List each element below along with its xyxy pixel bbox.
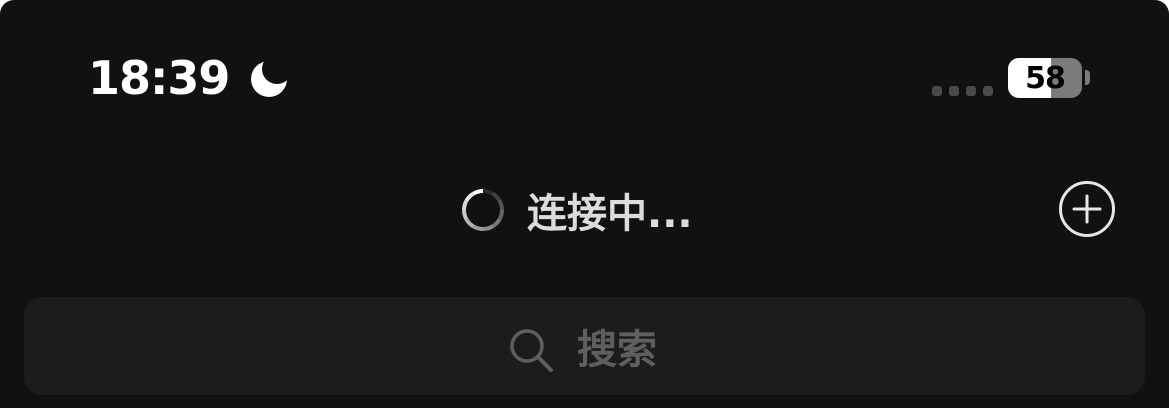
spinner-segment: [464, 218, 475, 229]
spinner-segment: [462, 209, 469, 221]
spinner-segment: [462, 199, 469, 211]
signal-dot: [932, 86, 942, 96]
spinner-segment: [472, 189, 484, 196]
signal-dot: [966, 86, 976, 96]
battery-icon: 58: [1008, 58, 1082, 98]
signal-dot: [983, 86, 993, 96]
spinner-segment: [491, 218, 502, 229]
connection-status-title: 连接中...: [527, 191, 693, 237]
search-icon: [510, 329, 553, 372]
spinner-segment: [464, 191, 475, 202]
moon-icon: [251, 61, 287, 97]
spinner-segment: [497, 209, 504, 221]
spinner-segment: [491, 191, 502, 202]
search-bar[interactable]: 搜索: [24, 297, 1145, 395]
spinner-segment: [497, 199, 504, 211]
add-button[interactable]: [1057, 179, 1117, 239]
spinner-segment: [482, 224, 494, 231]
search-placeholder: 搜索: [577, 327, 657, 373]
spinner-segment: [472, 224, 484, 231]
spinner-segment: [482, 189, 494, 196]
signal-dot: [949, 86, 959, 96]
battery-tip: [1085, 70, 1090, 85]
app-screen: 18:39 58 连接中... 搜索: [0, 0, 1169, 408]
spinner-icon: [462, 189, 504, 231]
signal-dots-icon: [932, 86, 993, 96]
status-time: 18:39: [88, 51, 230, 105]
battery-percentage: 58: [1025, 60, 1066, 96]
